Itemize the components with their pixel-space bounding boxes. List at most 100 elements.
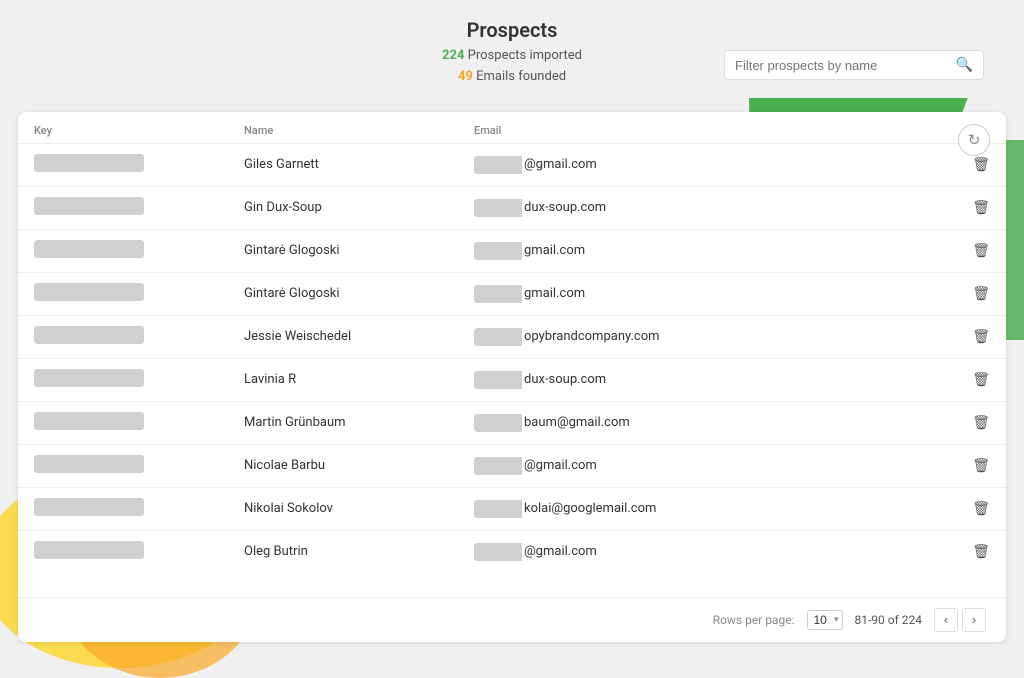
cell-key (18, 358, 228, 401)
cell-key (18, 401, 228, 444)
emails-count: 49 (458, 69, 473, 84)
email-visible: gmail.com (524, 243, 585, 258)
email-blur (474, 371, 522, 389)
email-visible: baum@gmail.com (524, 415, 630, 430)
delete-icon[interactable]: 🗑 (972, 243, 990, 259)
table-row: Nicolae Barbu @gmail.com 🗑 (18, 444, 1006, 487)
cell-email: dux-soup.com (458, 186, 956, 229)
refresh-button[interactable]: ↻ (958, 124, 990, 156)
prospects-count: 224 (442, 48, 464, 63)
table-row: Gin Dux-Soup dux-soup.com 🗑 (18, 186, 1006, 229)
cell-key (18, 530, 228, 573)
email-blur (474, 242, 522, 260)
delete-icon[interactable]: 🗑 (972, 157, 990, 173)
cell-key (18, 315, 228, 358)
cell-delete: 🗑 (956, 315, 1006, 358)
cell-name: Giles Garnett (228, 143, 458, 186)
table-row: Lavinia R dux-soup.com 🗑 (18, 358, 1006, 401)
page-range: 81-90 of 224 (855, 613, 923, 627)
delete-icon[interactable]: 🗑 (972, 329, 990, 345)
cell-email: opybrandcompany.com (458, 315, 956, 358)
cell-name: Gintarė Glogoski (228, 272, 458, 315)
cell-name: Gintarė Glogoski (228, 229, 458, 272)
cell-name: Martin Grünbaum (228, 401, 458, 444)
rows-per-page-select[interactable]: 10 25 50 (807, 610, 843, 630)
delete-icon[interactable]: 🗑 (972, 415, 990, 431)
delete-icon[interactable]: 🗑 (972, 372, 990, 388)
cell-key (18, 186, 228, 229)
email-visible: @gmail.com (524, 157, 597, 172)
cell-key (18, 229, 228, 272)
prev-page-button[interactable]: ‹ (934, 608, 958, 632)
search-input[interactable] (735, 58, 956, 73)
refresh-icon: ↻ (968, 131, 981, 149)
email-visible: gmail.com (524, 286, 585, 301)
cell-delete: 🗑 (956, 272, 1006, 315)
key-bar (34, 154, 144, 172)
search-area: 🔍 (724, 50, 984, 80)
cell-email: baum@gmail.com (458, 401, 956, 444)
delete-icon[interactable]: 🗑 (972, 544, 990, 560)
key-bar (34, 240, 144, 258)
page-title: Prospects (0, 18, 1024, 42)
cell-name: Lavinia R (228, 358, 458, 401)
email-blur (474, 199, 522, 217)
cell-email: dux-soup.com (458, 358, 956, 401)
delete-icon[interactable]: 🗑 (972, 200, 990, 216)
key-bar (34, 412, 144, 430)
email-visible: @gmail.com (524, 458, 597, 473)
search-icon: 🔍 (956, 57, 973, 73)
email-visible: @gmail.com (524, 544, 597, 559)
delete-icon[interactable]: 🗑 (972, 286, 990, 302)
table-row: Gintarė Glogoski gmail.com 🗑 (18, 229, 1006, 272)
cell-email: gmail.com (458, 229, 956, 272)
col-key: Key (18, 120, 228, 144)
email-blur (474, 457, 522, 475)
email-blur (474, 156, 522, 174)
cell-name: Nicolae Barbu (228, 444, 458, 487)
delete-icon[interactable]: 🗑 (972, 458, 990, 474)
cell-name: Nikolai Sokolov (228, 487, 458, 530)
key-bar (34, 369, 144, 387)
page-nav: ‹ › (934, 608, 986, 632)
cell-email: @gmail.com (458, 143, 956, 186)
cell-email: @gmail.com (458, 444, 956, 487)
cell-email: gmail.com (458, 272, 956, 315)
next-page-button[interactable]: › (962, 608, 986, 632)
table-wrapper: Key Name Email Giles Garnett @gmail.com … (18, 112, 1006, 602)
cell-key (18, 487, 228, 530)
table-row: Martin Grünbaum baum@gmail.com 🗑 (18, 401, 1006, 444)
email-visible: opybrandcompany.com (524, 329, 660, 344)
cell-email: @gmail.com (458, 530, 956, 573)
table-row: Nikolai Sokolov kolai@googlemail.com 🗑 (18, 487, 1006, 530)
emails-label: Emails founded (476, 69, 566, 84)
search-container: 🔍 (724, 50, 984, 80)
cell-name: Jessie Weischedel (228, 315, 458, 358)
delete-icon[interactable]: 🗑 (972, 501, 990, 517)
email-blur (474, 500, 522, 518)
page-header: Prospects 224 Prospects imported 49 Emai… (0, 0, 1024, 98)
email-blur (474, 414, 522, 432)
table-row: Gintarė Glogoski gmail.com 🗑 (18, 272, 1006, 315)
key-bar (34, 326, 144, 344)
email-visible: kolai@googlemail.com (524, 501, 656, 516)
cell-delete: 🗑 (956, 401, 1006, 444)
cell-key (18, 143, 228, 186)
key-bar (34, 283, 144, 301)
prospects-label: Prospects imported (468, 48, 582, 63)
cell-delete: 🗑 (956, 229, 1006, 272)
email-blur (474, 543, 522, 561)
email-visible: dux-soup.com (524, 200, 606, 215)
cell-key (18, 444, 228, 487)
main-card: ↻ Key Name Email Giles Garnett @ (18, 112, 1006, 642)
cell-delete: 🗑 (956, 530, 1006, 573)
cell-name: Gin Dux-Soup (228, 186, 458, 229)
rows-select-wrapper: 10 25 50 ▾ (807, 610, 843, 630)
cell-delete: 🗑 (956, 487, 1006, 530)
cell-delete: 🗑 (956, 358, 1006, 401)
key-bar (34, 455, 144, 473)
email-blur (474, 285, 522, 303)
cell-name: Oleg Butrin (228, 530, 458, 573)
col-name: Name (228, 120, 458, 144)
key-bar (34, 541, 144, 559)
